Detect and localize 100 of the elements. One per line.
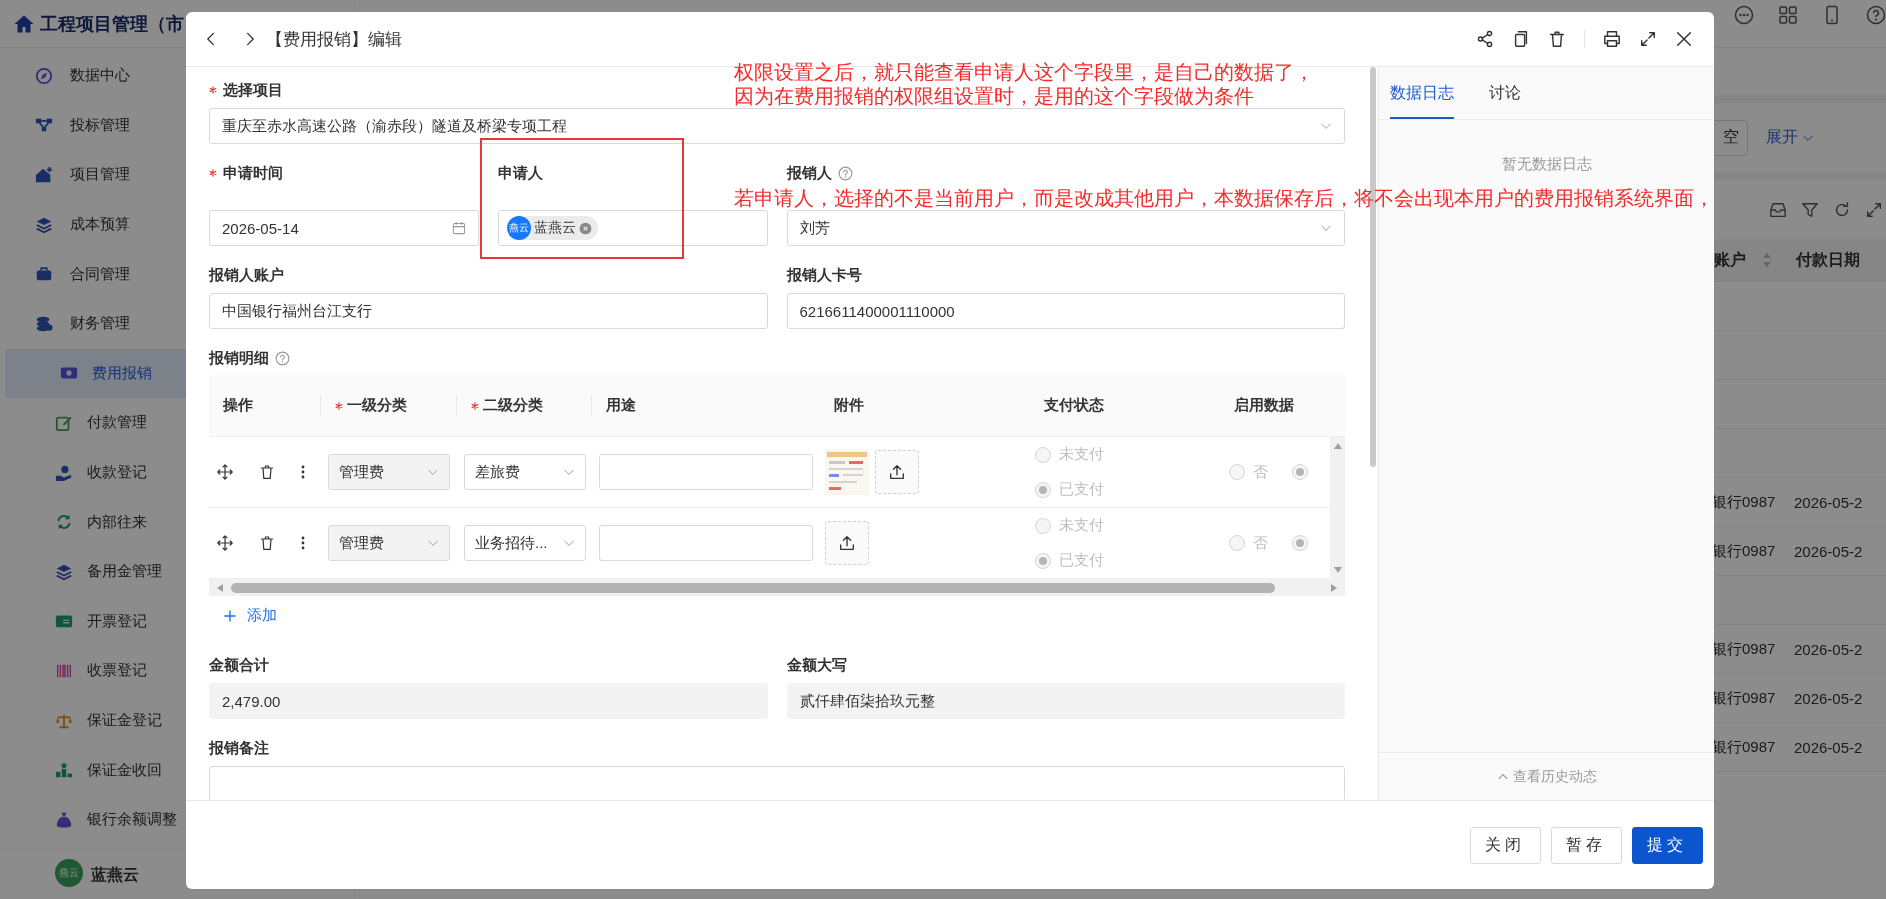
upload-button[interactable]: [875, 450, 919, 494]
column-header: 账户: [1714, 249, 1746, 270]
upload-icon: [888, 463, 906, 481]
calendar-icon: [451, 221, 466, 235]
remove-icon[interactable]: [578, 221, 592, 235]
help-icon[interactable]: [1866, 5, 1886, 25]
field-label: 申请时间: [223, 163, 283, 183]
field-label: 金额合计: [209, 655, 269, 675]
column-header: 二级分类: [483, 396, 543, 415]
inbox-icon[interactable]: [1769, 200, 1787, 219]
footer-button[interactable]: 关闭: [1470, 826, 1541, 864]
app-title: 工程项目管理（市: [40, 12, 184, 36]
expand-link[interactable]: 展开: [1766, 127, 1814, 148]
scroll-left-icon[interactable]: [217, 583, 223, 592]
readonly-field: 贰仟肆佰柒拾玖元整: [786, 683, 1345, 719]
delete-icon[interactable]: [259, 464, 275, 480]
radio-label: 否: [1253, 462, 1268, 482]
radio-label: 已支付: [1059, 480, 1104, 499]
field-label: 选择项目: [223, 80, 283, 100]
coins-icon: [35, 314, 53, 333]
stack-icon: [35, 215, 53, 234]
vertical-scrollbar[interactable]: [1330, 437, 1345, 579]
horizontal-scrollbar[interactable]: [209, 579, 1345, 596]
input-field[interactable]: [209, 766, 1345, 800]
dialog-title: 【费用报销】编辑: [266, 28, 403, 51]
radio-label: 未支付: [1059, 516, 1104, 535]
column-header: 启用数据: [1234, 396, 1294, 415]
money-bag-icon: [55, 810, 73, 829]
filter-icon[interactable]: [1801, 200, 1819, 219]
compass-icon: [35, 66, 53, 85]
delete-icon[interactable]: [1548, 30, 1566, 48]
select-field[interactable]: 重庆至赤水高速公路（渝赤段）隧道及桥梁专项工程: [209, 108, 1345, 144]
expand-icon[interactable]: [1865, 200, 1883, 219]
readonly-field: 2,479.00: [209, 683, 768, 719]
layers-icon: [55, 562, 73, 581]
podium-icon: [55, 761, 73, 780]
column-header: 附件: [834, 396, 864, 415]
table-cell: 2026-05-2: [1794, 640, 1863, 658]
select-field[interactable]: 刘芳: [786, 210, 1345, 246]
history-link[interactable]: 查看历史动态: [1496, 767, 1597, 786]
copy-icon[interactable]: [1512, 30, 1530, 48]
select-field[interactable]: 业务招待...: [464, 525, 586, 561]
radio-label: 已支付: [1059, 551, 1104, 570]
close-icon[interactable]: [1675, 30, 1693, 48]
scroll-down-icon[interactable]: [1333, 567, 1342, 573]
share-icon[interactable]: [1476, 30, 1494, 48]
field-label: 申请人: [497, 163, 543, 183]
select-field: 管理费: [328, 525, 450, 561]
select-field[interactable]: 差旅费: [464, 454, 586, 490]
user-name: 蓝燕云: [533, 219, 576, 237]
annotation-text: 若申请人，选择的不是当前用户，而是改成其他用户，本数据保存后，将不会出现本用户的费用报销系统界面，: [734, 186, 1714, 210]
more-icon[interactable]: [301, 535, 305, 551]
user-picker-field[interactable]: 燕云 蓝燕云: [497, 210, 768, 246]
refresh-icon: [55, 513, 73, 532]
input-field[interactable]: 6216611400001110000: [786, 293, 1345, 329]
tab[interactable]: 数据日志: [1390, 67, 1454, 119]
empty-message: 暂无数据日志: [1501, 155, 1592, 174]
add-link[interactable]: 添加: [223, 606, 277, 625]
home-icon: [14, 13, 34, 34]
field-label: 报销人账户: [209, 265, 284, 285]
chat-icon[interactable]: [1734, 5, 1754, 25]
select-field: 管理费: [328, 454, 450, 490]
refresh-icon[interactable]: [1833, 200, 1851, 219]
column-header: 付款日期: [1796, 249, 1860, 270]
table-cell: 2026-05-2: [1794, 689, 1863, 707]
avatar: 燕云: [506, 216, 531, 240]
table-cell: 2026-05-2: [1794, 738, 1863, 756]
field-label: 报销人卡号: [786, 265, 862, 285]
scroll-up-icon[interactable]: [1333, 443, 1342, 449]
delete-icon[interactable]: [259, 535, 275, 551]
radio-label: 否: [1253, 533, 1268, 553]
column-header: 支付状态: [1044, 396, 1104, 415]
table-cell: 2026-05-2: [1794, 493, 1863, 511]
move-icon[interactable]: [217, 535, 233, 551]
input-field[interactable]: [599, 525, 813, 561]
input-field[interactable]: 中国银行福州台江支行: [209, 293, 768, 329]
upload-icon: [838, 534, 856, 552]
field-label: 报销明细: [209, 348, 269, 368]
field-label: 报销备注: [209, 738, 269, 758]
table-cell: 2026-05-2: [1794, 542, 1863, 560]
footer-button[interactable]: 暂存: [1551, 826, 1622, 864]
radio-label: 未支付: [1059, 445, 1104, 464]
user-name: 蓝燕云: [91, 865, 139, 885]
house-plus-icon: [35, 166, 53, 184]
scroll-right-icon[interactable]: [1331, 583, 1337, 592]
hand-coin-icon: [55, 463, 73, 482]
move-icon[interactable]: [217, 464, 233, 480]
fullscreen-icon[interactable]: [1639, 30, 1657, 48]
tab[interactable]: 讨论: [1489, 67, 1521, 119]
print-icon[interactable]: [1603, 30, 1621, 48]
more-icon[interactable]: [301, 464, 305, 480]
grid-icon[interactable]: [1778, 5, 1798, 25]
plus-icon: [223, 608, 237, 623]
upload-button[interactable]: [825, 521, 869, 565]
column-header: 操作: [223, 396, 253, 415]
submit-button[interactable]: 提交: [1632, 826, 1703, 864]
input-field[interactable]: [599, 454, 813, 490]
date-field[interactable]: 2026-05-14: [209, 210, 479, 246]
field-label: 报销人: [786, 163, 832, 183]
field-label: 金额大写: [786, 655, 847, 675]
